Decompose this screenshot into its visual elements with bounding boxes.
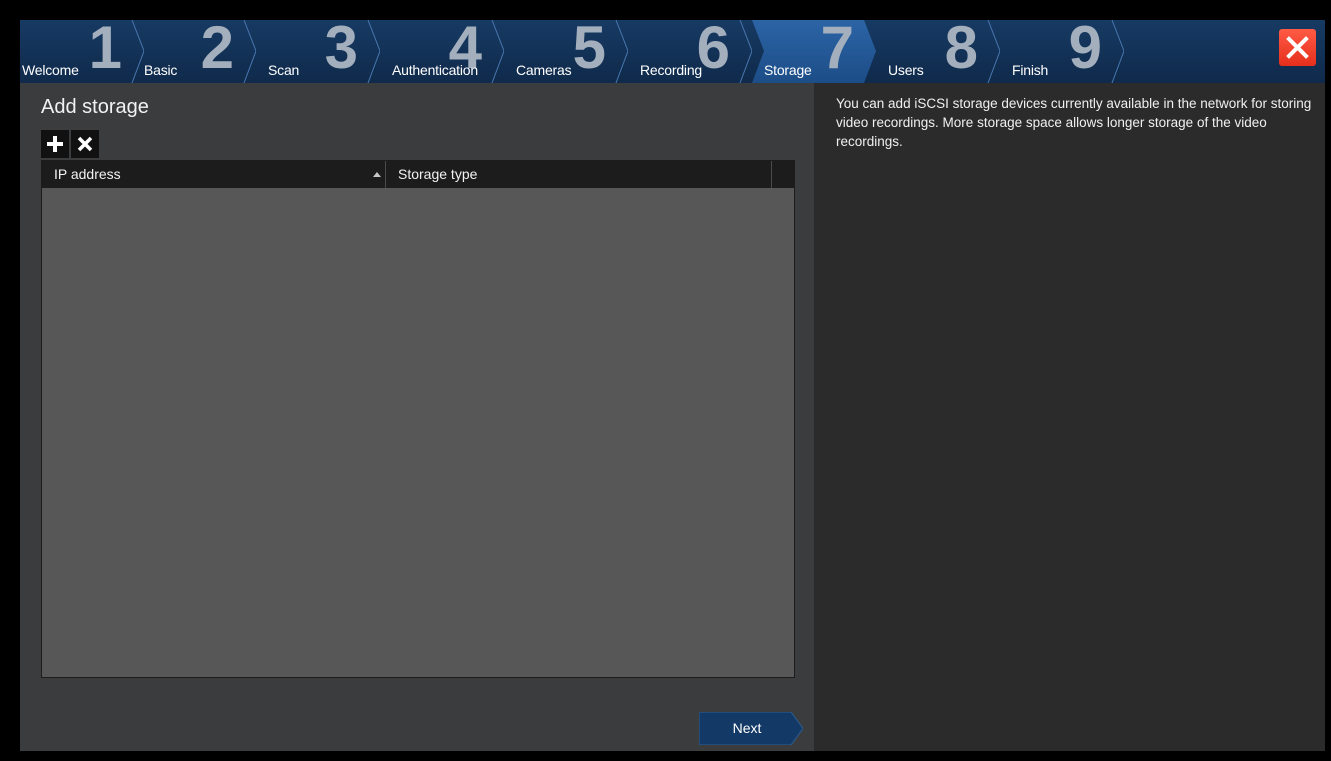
column-header-ip-address[interactable]: IP address — [42, 161, 385, 188]
step-welcome[interactable]: 1 Welcome — [20, 20, 144, 83]
step-basic[interactable]: 2 Basic — [132, 20, 256, 83]
column-header-label: Storage type — [398, 166, 478, 182]
sort-ascending-icon — [373, 172, 381, 177]
step-storage[interactable]: 7 Storage — [752, 20, 876, 83]
step-scan[interactable]: 3 Scan — [256, 20, 380, 83]
step-label: Welcome — [22, 62, 79, 78]
main-pane: Add storage IP address Storage type Next — [20, 83, 814, 751]
add-storage-button[interactable] — [41, 130, 69, 158]
step-authentication[interactable]: 4 Authentication — [380, 20, 504, 83]
step-number: 5 — [572, 20, 606, 81]
step-number: 7 — [820, 20, 854, 81]
step-label: Users — [888, 62, 924, 78]
step-number: 1 — [88, 20, 122, 81]
step-number: 8 — [944, 20, 978, 81]
column-header-storage-type[interactable]: Storage type — [386, 161, 771, 188]
step-users[interactable]: 8 Users — [876, 20, 1000, 83]
step-number: 3 — [324, 20, 358, 81]
column-header-label: IP address — [54, 166, 121, 182]
step-label: Recording — [640, 62, 703, 78]
remove-storage-button[interactable] — [71, 130, 99, 158]
wizard-window: 1 Welcome 2 Basic 3 Scan 4 Authenticatio… — [20, 20, 1325, 751]
step-cameras[interactable]: 5 Cameras — [504, 20, 628, 83]
column-divider[interactable] — [771, 161, 772, 188]
close-icon — [1286, 36, 1309, 59]
next-button[interactable]: Next — [699, 712, 803, 745]
table-header: IP address Storage type — [42, 161, 794, 188]
help-pane: You can add iSCSI storage devices curren… — [814, 83, 1325, 751]
wizard-steps-bar: 1 Welcome 2 Basic 3 Scan 4 Authenticatio… — [20, 20, 1325, 83]
step-label: Basic — [144, 62, 178, 78]
plus-icon — [47, 136, 63, 152]
page-title: Add storage — [41, 96, 149, 118]
storage-table[interactable]: IP address Storage type — [41, 160, 795, 678]
step-label: Storage — [764, 62, 812, 78]
step-label: Authentication — [392, 62, 478, 78]
help-text: You can add iSCSI storage devices curren… — [836, 96, 1312, 149]
step-label: Cameras — [516, 62, 572, 78]
step-finish[interactable]: 9 Finish — [1000, 20, 1124, 83]
close-button[interactable] — [1279, 29, 1316, 66]
x-icon — [77, 136, 93, 152]
step-recording[interactable]: 6 Recording — [628, 20, 752, 83]
step-number: 2 — [200, 20, 234, 81]
next-button-label: Next — [732, 720, 762, 736]
step-label: Finish — [1012, 62, 1049, 78]
step-label: Scan — [268, 62, 300, 78]
step-number: 9 — [1068, 20, 1102, 81]
